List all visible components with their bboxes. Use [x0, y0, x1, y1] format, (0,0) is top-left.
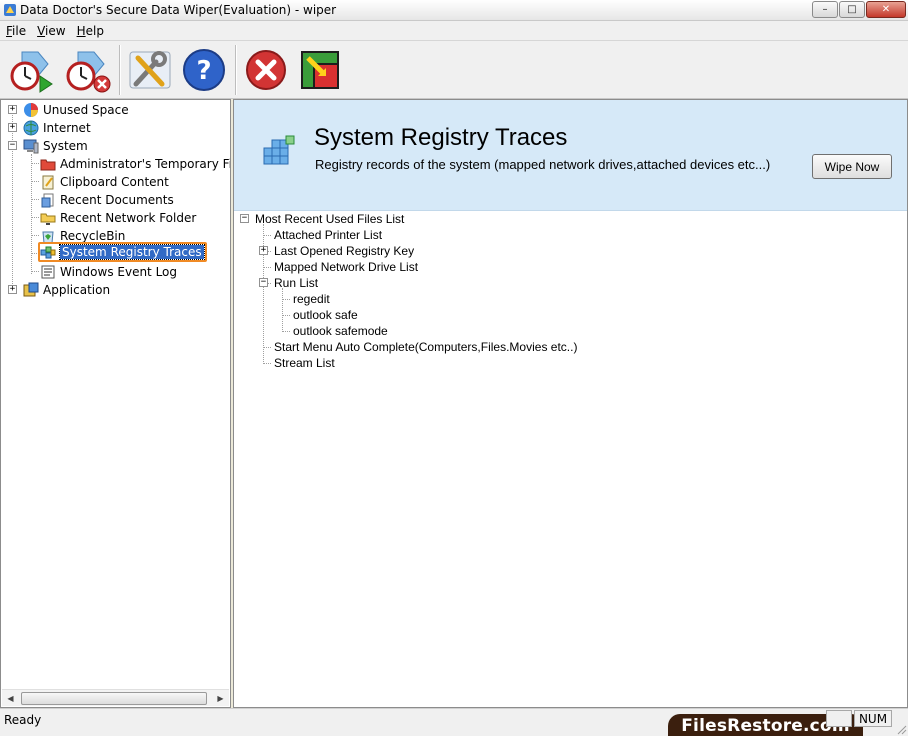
- window-title: Data Doctor's Secure Data Wiper(Evaluati…: [20, 3, 337, 17]
- schedule-start-button[interactable]: [8, 46, 56, 94]
- collapse-mru-list[interactable]: −: [240, 214, 249, 223]
- tree-item-admin-temp-files[interactable]: Administrator's Temporary Files: [40, 155, 230, 173]
- tree-item-system-registry-traces[interactable]: System Registry Traces: [38, 242, 207, 262]
- clipboard-icon: [42, 175, 54, 190]
- status-bar: Ready FilesRestore.com NUM: [0, 708, 908, 736]
- tree-connector: [31, 181, 39, 182]
- resize-grip-icon[interactable]: [895, 723, 907, 735]
- tree-item-recent-documents[interactable]: Recent Documents: [40, 191, 174, 209]
- tree-connector: [263, 347, 271, 348]
- trace-subitem[interactable]: outlook safe: [293, 307, 358, 323]
- tree-connector: [282, 299, 290, 300]
- application-icon: [23, 282, 39, 297]
- scroll-right-arrow-icon[interactable]: ▶: [212, 690, 229, 707]
- event-log-icon: [41, 265, 55, 279]
- tree-item-recent-network-folder[interactable]: Recent Network Folder: [40, 209, 196, 227]
- window-controls: – □ ✕: [811, 1, 906, 18]
- expand-last-opened-registry-key[interactable]: +: [259, 246, 268, 255]
- minimize-button[interactable]: –: [812, 1, 838, 18]
- globe-icon: [23, 120, 39, 136]
- folder-red-icon: [40, 159, 56, 171]
- trace-subitem[interactable]: outlook safemode: [293, 323, 388, 339]
- switch-button[interactable]: [296, 46, 344, 94]
- trace-item[interactable]: Mapped Network Drive List: [274, 259, 418, 275]
- expand-unused-space[interactable]: +: [8, 105, 17, 114]
- close-circle-icon: [246, 50, 286, 90]
- close-button[interactable]: ✕: [866, 1, 906, 18]
- menu-view[interactable]: View: [33, 24, 72, 38]
- tree-connector: [31, 217, 39, 218]
- toolbar-separator-2: [235, 45, 237, 95]
- network-folder-icon: [40, 213, 56, 225]
- tools-icon: [129, 51, 171, 89]
- selected-item-highlight: System Registry Traces: [38, 242, 207, 262]
- tree-connector: [282, 331, 290, 332]
- help-icon: ?: [183, 49, 225, 91]
- clock-stop-icon: [66, 51, 111, 93]
- toolbar-separator: [119, 45, 121, 95]
- panel-description: Registry records of the system (mapped n…: [315, 157, 771, 172]
- tree-connector: [268, 283, 271, 284]
- tree-item-windows-event-log[interactable]: Windows Event Log: [40, 263, 177, 281]
- tree-connector: [31, 271, 39, 272]
- documents-icon: [41, 193, 54, 208]
- tree-connector: [31, 199, 39, 200]
- details-pane: System Registry Traces Registry records …: [233, 99, 908, 708]
- title-bar: Data Doctor's Secure Data Wiper(Evaluati…: [0, 0, 908, 21]
- tree-connector: [282, 315, 290, 316]
- tree-connector: [282, 288, 283, 332]
- tree-item-unused-space[interactable]: Unused Space: [23, 101, 129, 119]
- computer-icon: [23, 139, 39, 154]
- tree-connector: [31, 235, 39, 236]
- trace-item[interactable]: Run List: [274, 275, 318, 291]
- tree-connector: [263, 363, 271, 364]
- category-banner: System Registry Traces Registry records …: [234, 100, 907, 211]
- pie-chart-icon: [24, 103, 38, 117]
- tree-item-system[interactable]: System: [23, 137, 88, 155]
- trace-item[interactable]: Start Menu Auto Complete(Computers,Files…: [274, 339, 577, 355]
- exit-button[interactable]: [242, 46, 290, 94]
- scroll-left-arrow-icon[interactable]: ◀: [2, 690, 19, 707]
- tree-horizontal-scrollbar[interactable]: ◀ ▶: [2, 689, 229, 706]
- switch-icon: [301, 51, 339, 89]
- tree-item-internet[interactable]: Internet: [23, 119, 91, 137]
- trace-item[interactable]: Attached Printer List: [274, 227, 382, 243]
- menu-help[interactable]: Help: [73, 24, 111, 38]
- panel-title: System Registry Traces: [314, 124, 568, 151]
- registry-icon: [40, 246, 56, 259]
- tree-item-application[interactable]: Application: [23, 281, 110, 299]
- svg-text:?: ?: [196, 56, 211, 86]
- collapse-system[interactable]: −: [8, 141, 17, 150]
- tree-connector: [12, 110, 13, 290]
- tree-connector: [268, 251, 271, 252]
- settings-button[interactable]: [126, 46, 174, 94]
- trace-item[interactable]: Stream List: [274, 355, 335, 371]
- expand-application[interactable]: +: [8, 285, 17, 294]
- collapse-run-list[interactable]: −: [259, 278, 268, 287]
- category-tree[interactable]: + Unused Space + Internet − System Admin…: [0, 99, 231, 708]
- tree-connector: [31, 154, 32, 274]
- trace-item-mru-root[interactable]: Most Recent Used Files List: [255, 211, 404, 227]
- toolbar: ?: [0, 41, 908, 99]
- tree-connector: [263, 235, 271, 236]
- registry-cubes-icon: [263, 135, 295, 165]
- menu-file[interactable]: File: [2, 24, 33, 38]
- clock-play-icon: [10, 51, 53, 93]
- app-icon: [4, 4, 16, 16]
- scroll-thumb[interactable]: [21, 692, 207, 705]
- schedule-stop-button[interactable]: [64, 46, 112, 94]
- trace-subitem[interactable]: regedit: [293, 291, 330, 307]
- tree-connector: [263, 267, 271, 268]
- expand-internet[interactable]: +: [8, 123, 17, 132]
- help-button[interactable]: ?: [180, 46, 228, 94]
- maximize-button[interactable]: □: [839, 1, 865, 18]
- tree-connector: [31, 163, 39, 164]
- status-indicator-num: NUM: [854, 710, 892, 727]
- status-indicator-caps: [826, 710, 852, 727]
- tree-item-clipboard-content[interactable]: Clipboard Content: [40, 173, 169, 191]
- wipe-now-button[interactable]: Wipe Now: [812, 154, 892, 179]
- status-text: Ready: [4, 713, 42, 727]
- menu-bar: File View Help: [0, 21, 908, 41]
- trace-item[interactable]: Last Opened Registry Key: [274, 243, 414, 259]
